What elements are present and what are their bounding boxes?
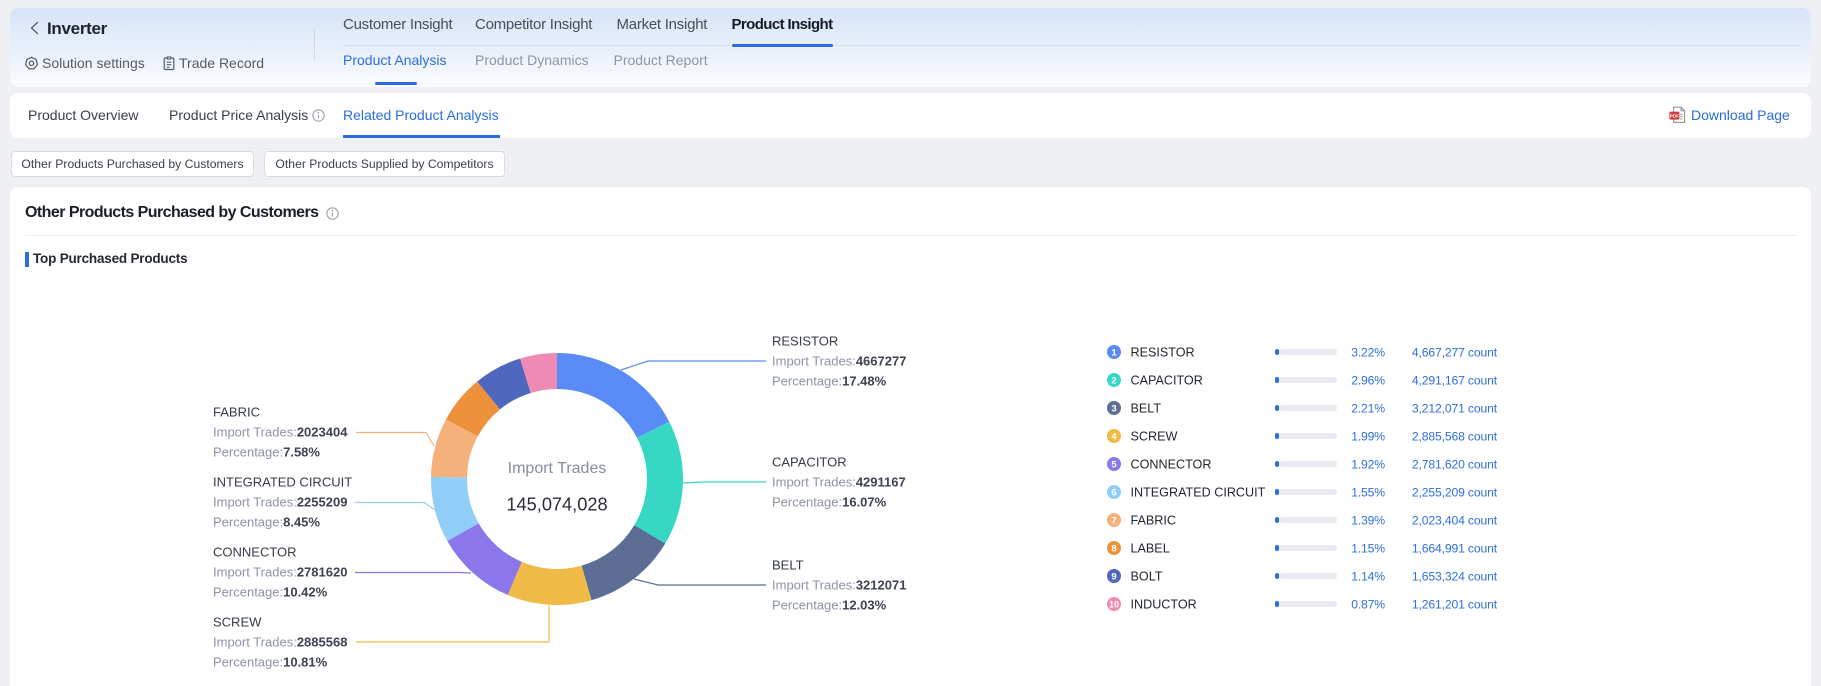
svg-text:CONNECTOR: CONNECTOR <box>1131 457 1212 471</box>
svg-text:Percentage:16.07%: Percentage:16.07% <box>772 495 887 510</box>
svg-text:2.96%: 2.96% <box>1351 373 1385 387</box>
svg-text:BELT: BELT <box>1131 401 1162 415</box>
svg-text:4,667,277 count: 4,667,277 count <box>1412 345 1498 359</box>
svg-text:2,781,620 count: 2,781,620 count <box>1412 457 1498 471</box>
svg-text:Import Trades:2781620: Import Trades:2781620 <box>213 565 347 580</box>
svg-text:5: 5 <box>1111 459 1117 470</box>
svg-text:Import Trades: Import Trades <box>508 460 607 477</box>
svg-text:INDUCTOR: INDUCTOR <box>1131 597 1197 611</box>
svg-text:1.39%: 1.39% <box>1351 513 1385 527</box>
svg-text:CONNECTOR: CONNECTOR <box>213 545 297 560</box>
svg-text:1.14%: 1.14% <box>1351 569 1385 583</box>
svg-text:7: 7 <box>1111 515 1116 526</box>
svg-text:3: 3 <box>1111 403 1116 414</box>
svg-text:Percentage:10.81%: Percentage:10.81% <box>213 655 328 670</box>
svg-text:BELT: BELT <box>772 558 804 573</box>
svg-text:1.92%: 1.92% <box>1351 457 1385 471</box>
svg-text:3,212,071 count: 3,212,071 count <box>1412 401 1498 415</box>
svg-text:3.22%: 3.22% <box>1351 345 1385 359</box>
svg-text:INTEGRATED CIRCUIT: INTEGRATED CIRCUIT <box>1131 485 1266 499</box>
svg-text:SCREW: SCREW <box>1131 429 1178 443</box>
svg-text:4: 4 <box>1111 431 1117 442</box>
svg-text:Percentage:17.48%: Percentage:17.48% <box>772 374 887 389</box>
svg-text:2,885,568 count: 2,885,568 count <box>1412 429 1498 443</box>
svg-text:FABRIC: FABRIC <box>1131 513 1177 527</box>
svg-text:PDF: PDF <box>1670 113 1679 118</box>
svg-text:10: 10 <box>1109 599 1119 609</box>
svg-text:1,664,991 count: 1,664,991 count <box>1412 541 1498 555</box>
svg-text:2,023,404 count: 2,023,404 count <box>1412 513 1498 527</box>
svg-text:Import Trades:4667277: Import Trades:4667277 <box>772 354 906 369</box>
svg-text:Import Trades:2885568: Import Trades:2885568 <box>213 635 347 650</box>
svg-text:Percentage:7.58%: Percentage:7.58% <box>213 445 320 460</box>
svg-text:Import Trades:2255209: Import Trades:2255209 <box>213 495 347 510</box>
svg-text:1.99%: 1.99% <box>1351 429 1385 443</box>
svg-text:8: 8 <box>1111 543 1116 554</box>
svg-text:Percentage:10.42%: Percentage:10.42% <box>213 585 328 600</box>
svg-text:9: 9 <box>1111 571 1116 582</box>
svg-text:1.15%: 1.15% <box>1351 541 1385 555</box>
svg-text:4,291,167 count: 4,291,167 count <box>1412 373 1498 387</box>
svg-text:2.21%: 2.21% <box>1351 401 1385 415</box>
svg-text:Percentage:8.45%: Percentage:8.45% <box>213 515 320 530</box>
svg-text:RESISTOR: RESISTOR <box>772 334 838 349</box>
svg-text:Import Trades:3212071: Import Trades:3212071 <box>772 578 906 593</box>
svg-text:CAPACITOR: CAPACITOR <box>1131 373 1203 387</box>
svg-text:INTEGRATED CIRCUIT: INTEGRATED CIRCUIT <box>213 475 352 490</box>
svg-text:LABEL: LABEL <box>1131 541 1170 555</box>
svg-text:1,653,324 count: 1,653,324 count <box>1412 569 1498 583</box>
svg-text:BOLT: BOLT <box>1131 569 1163 583</box>
svg-text:145,074,028: 145,074,028 <box>506 495 607 515</box>
svg-text:FABRIC: FABRIC <box>213 405 260 420</box>
svg-text:Percentage:12.03%: Percentage:12.03% <box>772 598 887 613</box>
svg-text:SCREW: SCREW <box>213 615 262 630</box>
svg-text:Import Trades:4291167: Import Trades:4291167 <box>772 475 906 490</box>
svg-text:1: 1 <box>1111 347 1117 358</box>
svg-text:1.55%: 1.55% <box>1351 485 1385 499</box>
svg-text:Import Trades:2023404: Import Trades:2023404 <box>213 425 348 440</box>
svg-text:2: 2 <box>1111 375 1116 386</box>
svg-text:CAPACITOR: CAPACITOR <box>772 455 847 470</box>
svg-text:2,255,209 count: 2,255,209 count <box>1412 485 1498 499</box>
svg-text:6: 6 <box>1111 487 1116 498</box>
svg-text:0.87%: 0.87% <box>1351 597 1385 611</box>
svg-text:RESISTOR: RESISTOR <box>1131 345 1195 359</box>
svg-text:1,261,201 count: 1,261,201 count <box>1412 597 1498 611</box>
